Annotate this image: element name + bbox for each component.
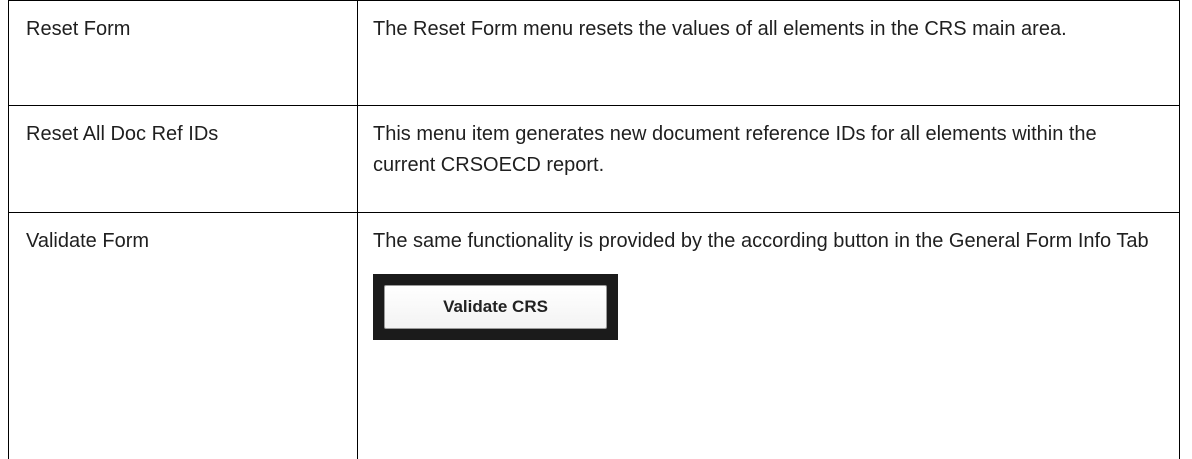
term-label: Reset All Doc Ref IDs xyxy=(26,123,218,145)
table-row: Reset All Doc Ref IDs This menu item gen… xyxy=(9,106,1180,213)
term-cell-validate-form: Validate Form xyxy=(9,213,358,459)
description-text: The same functionality is provided by th… xyxy=(373,226,1149,257)
term-cell-reset-doc-ref-ids: Reset All Doc Ref IDs xyxy=(9,106,358,213)
validate-button-screenshot: Validate CRS xyxy=(373,274,618,340)
menu-description-table: Reset Form The Reset Form menu resets th… xyxy=(8,0,1180,459)
description-cell-reset-doc-ref-ids: This menu item generates new document re… xyxy=(358,106,1180,213)
description-cell-reset-form: The Reset Form menu resets the values of… xyxy=(358,1,1180,106)
term-label: Validate Form xyxy=(26,230,149,252)
term-cell-reset-form: Reset Form xyxy=(9,1,358,106)
description-text: The Reset Form menu resets the values of… xyxy=(373,14,1149,45)
description-cell-validate-form: The same functionality is provided by th… xyxy=(358,213,1180,459)
validate-crs-button[interactable]: Validate CRS xyxy=(384,285,607,329)
table-row: Validate Form The same functionality is … xyxy=(9,213,1180,459)
term-label: Reset Form xyxy=(26,18,130,40)
description-text: This menu item generates new document re… xyxy=(373,119,1149,181)
table-row: Reset Form The Reset Form menu resets th… xyxy=(9,1,1180,106)
